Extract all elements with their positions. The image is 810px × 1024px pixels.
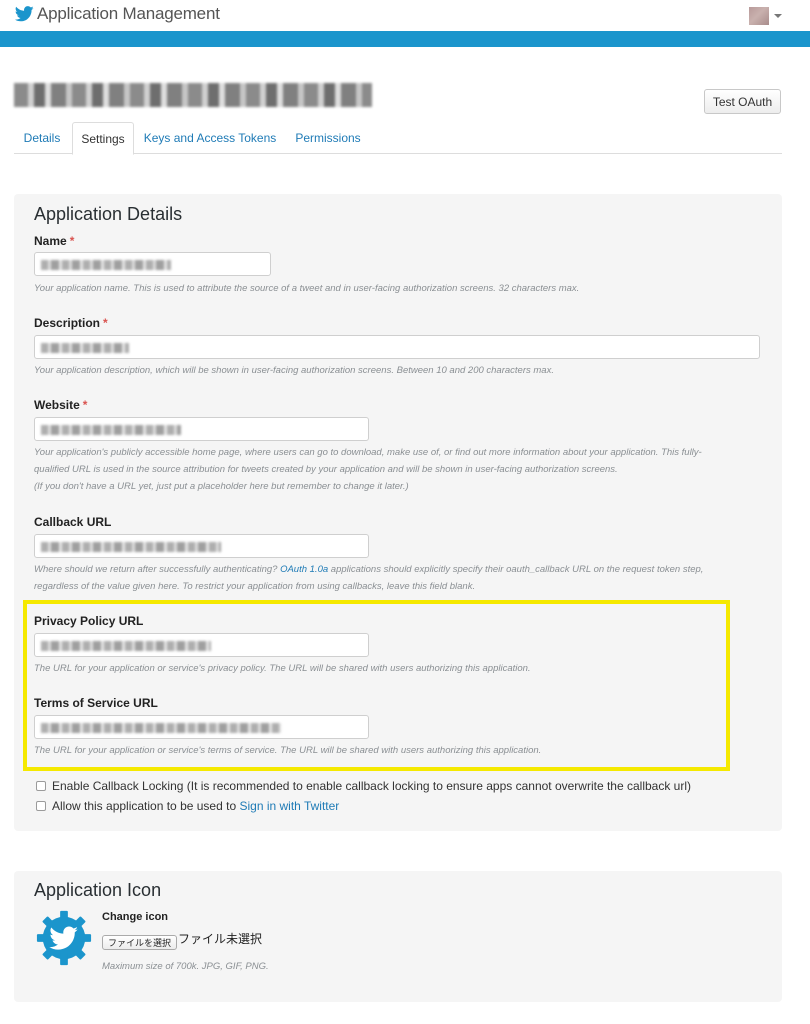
sign-in-label: Allow this application to be used to: [52, 799, 237, 813]
website-field[interactable]: [34, 417, 369, 441]
app-management-title: Application Management: [37, 4, 220, 23]
description-help: Your application description, which will…: [34, 365, 554, 376]
oauth-link[interactable]: OAuth 1.0a: [280, 564, 328, 575]
blurred-value: [41, 723, 281, 733]
privacy-policy-help: The URL for your application or service'…: [34, 663, 531, 674]
chevron-down-icon[interactable]: [774, 14, 782, 18]
blurred-value: [41, 641, 211, 651]
tab-keys-and-access-tokens[interactable]: Keys and Access Tokens: [138, 122, 282, 154]
sign-in-with-twitter-link[interactable]: Sign in with Twitter: [239, 799, 339, 813]
description-label: Description *: [34, 316, 108, 330]
blurred-value: [41, 542, 221, 552]
website-label-text: Website: [34, 398, 80, 412]
callback-locking-option[interactable]: Enable Callback Locking (It is recommend…: [36, 779, 691, 793]
file-status-text: ファイル未選択: [178, 932, 263, 946]
required-marker: *: [69, 234, 75, 248]
required-marker: *: [82, 398, 88, 412]
name-label: Name *: [34, 234, 74, 248]
callback-help-line-2: regardless of the value given here. To r…: [34, 581, 476, 592]
application-details-heading: Application Details: [34, 204, 183, 224]
callback-help-line-1: Where should we return after successfull…: [34, 561, 703, 578]
privacy-policy-field[interactable]: [34, 633, 369, 657]
privacy-policy-label: Privacy Policy URL: [34, 614, 144, 628]
callback-locking-checkbox[interactable]: [36, 781, 46, 791]
tab-details[interactable]: Details: [14, 122, 70, 154]
website-help-line-1: Your application's publicly accessible h…: [34, 447, 702, 458]
callback-help-text: Where should we return after successfull…: [34, 564, 278, 575]
terms-of-service-label: Terms of Service URL: [34, 696, 158, 710]
brand[interactable]: Application Management: [15, 4, 220, 24]
tab-permissions[interactable]: Permissions: [290, 122, 366, 154]
app-gear-icon: [36, 910, 92, 966]
name-field[interactable]: [34, 252, 271, 276]
tab-settings[interactable]: Settings: [72, 122, 134, 155]
choose-file-button[interactable]: ファイルを選択: [102, 935, 178, 950]
icon-size-help: Maximum size of 700k. JPG, GIF, PNG.: [102, 961, 269, 972]
blurred-text: [14, 83, 372, 107]
name-label-text: Name: [34, 234, 67, 248]
test-oauth-button[interactable]: Test OAuth: [704, 89, 781, 114]
callback-url-label: Callback URL: [34, 515, 112, 529]
callback-url-field[interactable]: [34, 534, 369, 558]
app-name-title: [14, 83, 372, 107]
application-icon-panel: Application Icon Change icon ファイルを選択 ファイ…: [14, 871, 782, 1002]
tab-bar: Details Settings Keys and Access Tokens …: [14, 122, 782, 155]
blurred-value: [41, 260, 171, 270]
application-icon-heading: Application Icon: [34, 880, 162, 900]
blurred-value: [41, 343, 129, 353]
website-help-line-3: (If you don't have a URL yet, just put a…: [34, 481, 409, 492]
callback-help-text: applications should explicitly specify t…: [330, 564, 704, 575]
application-details-panel: Application Details Name * Your applicati…: [14, 194, 782, 831]
terms-of-service-field[interactable]: [34, 715, 369, 739]
user-menu[interactable]: [749, 7, 782, 25]
callback-locking-label: Enable Callback Locking (It is recommend…: [52, 779, 692, 793]
description-label-text: Description: [34, 316, 101, 330]
blurred-value: [41, 425, 181, 435]
website-label: Website *: [34, 398, 87, 412]
change-icon-label: Change icon: [102, 911, 169, 923]
terms-of-service-help: The URL for your application or service'…: [34, 745, 542, 756]
description-field[interactable]: [34, 335, 760, 359]
avatar[interactable]: [749, 7, 769, 25]
sign-in-option[interactable]: Allow this application to be used to Sig…: [36, 799, 339, 813]
header-accent-bar: [0, 31, 810, 47]
twitter-bird-icon: [15, 6, 34, 22]
required-marker: *: [103, 316, 108, 330]
sign-in-checkbox[interactable]: [36, 801, 46, 811]
website-help-line-2: qualified URL is used in the source attr…: [34, 464, 618, 475]
name-help: Your application name. This is used to a…: [34, 283, 580, 294]
top-bar: Application Management: [0, 0, 810, 31]
